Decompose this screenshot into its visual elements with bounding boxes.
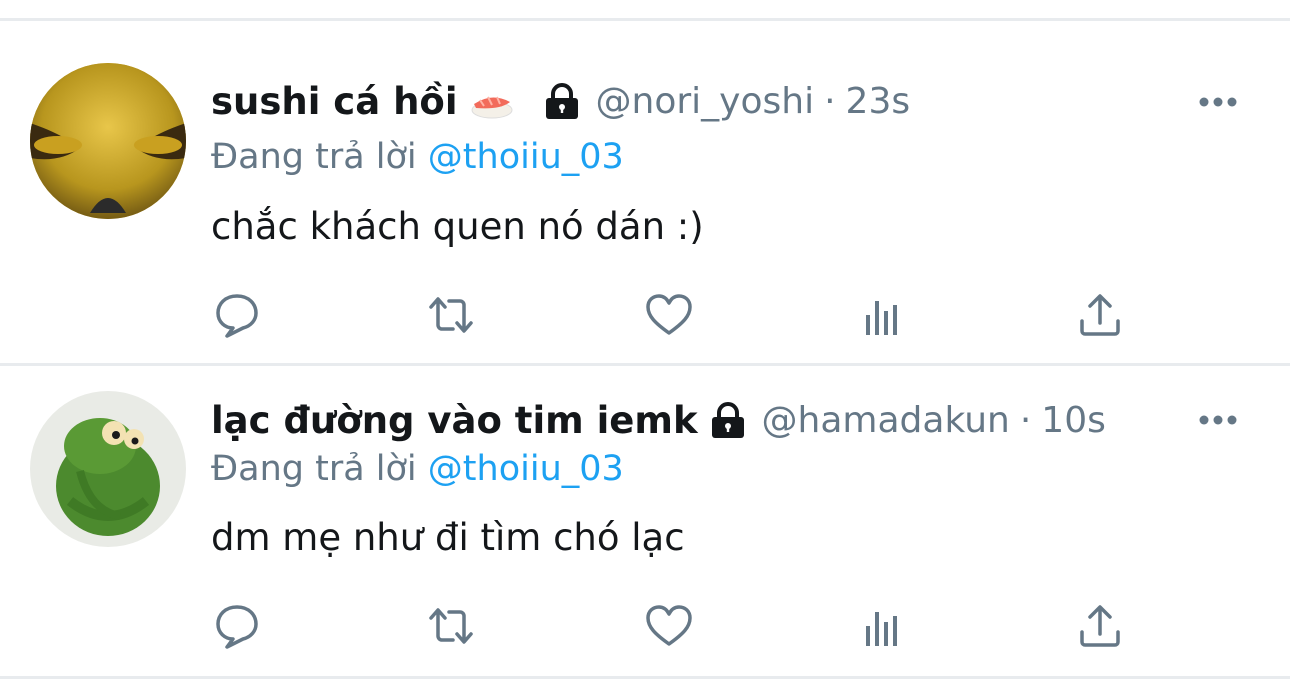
timestamp[interactable]: 23s [846, 80, 911, 124]
more-options-icon[interactable] [1198, 411, 1238, 425]
separator: · [1019, 400, 1032, 441]
display-name[interactable]: lạc đường vào tim iemk [211, 399, 698, 443]
tweet-divider [0, 676, 1290, 679]
lock-icon [708, 402, 748, 440]
retweet-icon[interactable] [427, 602, 475, 650]
avatar[interactable] [30, 63, 186, 219]
reply-prefix: Đang trả lời [211, 137, 417, 177]
reply-icon[interactable] [213, 291, 261, 339]
tweet-text: chắc khách quen nó dán :) [211, 205, 704, 248]
mention-link[interactable]: @thoiiu_03 [428, 137, 624, 177]
tweet-header: lạc đường vào tim iemk @hamadakun · 10s [211, 399, 1106, 443]
avatar-image [30, 391, 186, 547]
replying-to: Đang trả lời @thoiiu_03 [211, 135, 624, 179]
like-icon[interactable] [645, 291, 693, 339]
reply-icon[interactable] [213, 602, 261, 650]
tweet-actions [0, 602, 1290, 652]
analytics-icon[interactable] [861, 602, 909, 650]
timestamp[interactable]: 10s [1041, 399, 1106, 443]
mention-link[interactable]: @thoiiu_03 [428, 449, 624, 489]
reply-prefix: Đang trả lời [211, 449, 417, 489]
retweet-icon[interactable] [427, 291, 475, 339]
avatar-image [30, 63, 186, 219]
tweet[interactable]: lạc đường vào tim iemk @hamadakun · 10s … [0, 366, 1290, 676]
tweet-text: dm mẹ như đi tìm chó lạc [211, 516, 685, 559]
lock-icon [542, 83, 582, 121]
replying-to: Đang trả lời @thoiiu_03 [211, 447, 624, 491]
user-handle[interactable]: @nori_yoshi [596, 80, 815, 124]
separator: · [824, 81, 836, 122]
avatar[interactable] [30, 391, 186, 547]
tweet-header: sushi cá hồi @nori_yoshi · 23s [211, 80, 910, 124]
tweet-actions [0, 291, 1290, 341]
share-icon[interactable] [1076, 602, 1124, 650]
user-handle[interactable]: @hamadakun [762, 399, 1010, 443]
display-name[interactable]: sushi cá hồi [211, 80, 458, 124]
tweet[interactable]: sushi cá hồi @nori_yoshi · 23s Đang trả … [0, 21, 1290, 363]
share-icon[interactable] [1076, 291, 1124, 339]
more-options-icon[interactable] [1198, 93, 1238, 107]
like-icon[interactable] [645, 602, 693, 650]
sushi-emoji [470, 87, 514, 119]
analytics-icon[interactable] [861, 291, 909, 339]
